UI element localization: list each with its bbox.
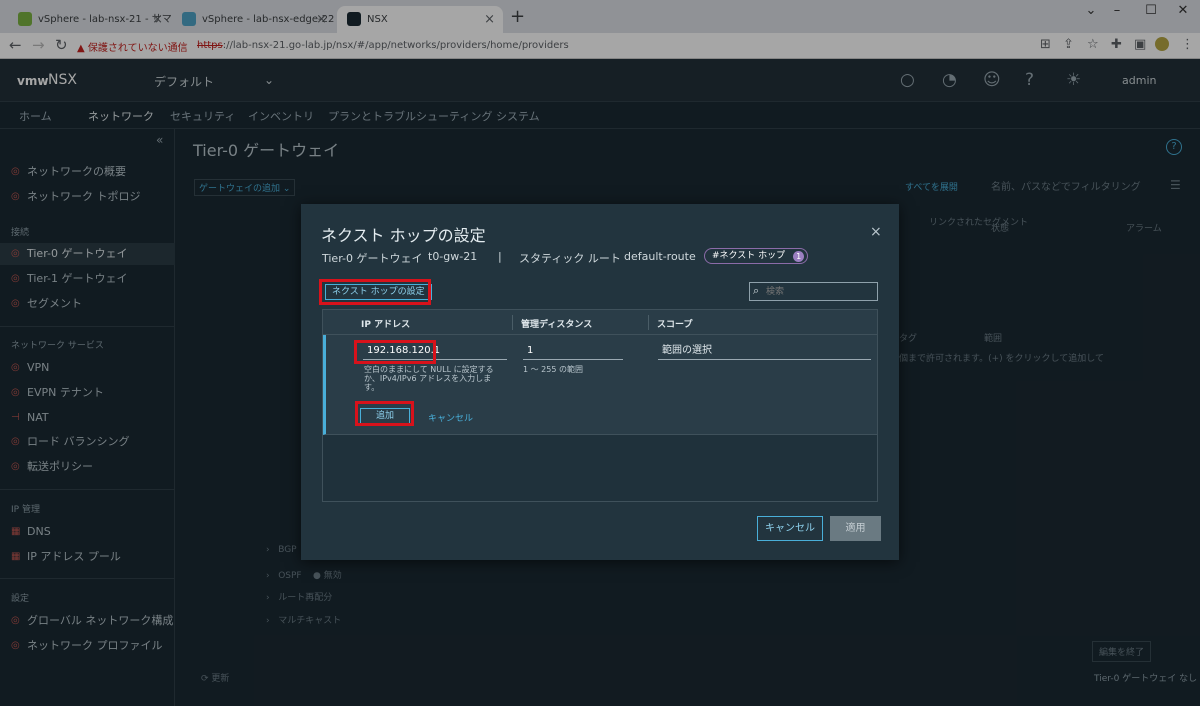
bc-gateway-label: Tier-0 ゲートウェイ [322, 252, 423, 265]
col-scope: スコープ [657, 320, 693, 330]
ip-hint: 空白のままにして NULL に設定するか、IPv4/IPv6 アドレスを入力しま… [364, 365, 494, 392]
bc-gateway: t0-gw-21 [428, 250, 478, 263]
col-ip-address: IP アドレス [361, 320, 411, 330]
highlight-box [354, 340, 436, 364]
bc-route-label: スタティック ルート [519, 252, 621, 265]
distance-hint: 1 ～ 255 の範囲 [523, 365, 583, 374]
next-hop-dialog: ネクスト ホップの設定 × Tier-0 ゲートウェイ t0-gw-21 | ス… [301, 204, 899, 560]
dialog-title: ネクスト ホップの設定 [321, 226, 486, 245]
bc-route: default-route [624, 250, 696, 263]
highlight-box [319, 279, 431, 305]
bc-separator: | [498, 250, 502, 263]
search-icon: ⌕ [753, 284, 760, 297]
apply-button[interactable]: 適用 [830, 516, 881, 541]
close-icon[interactable]: × [870, 224, 882, 240]
row-cancel-link[interactable]: キャンセル [428, 411, 473, 424]
scope-select[interactable]: 範囲の選択 [658, 344, 871, 360]
next-hop-badge: #ネクスト ホップ 1 [704, 248, 809, 264]
badge-count: 1 [793, 251, 805, 262]
search-input[interactable] [766, 285, 874, 298]
admin-distance-input[interactable]: 1 [523, 344, 623, 360]
highlight-box [355, 401, 414, 426]
search-box[interactable]: ⌕ [749, 282, 878, 301]
cancel-button[interactable]: キャンセル [757, 516, 823, 541]
col-admin-distance: 管理ディスタンス [521, 320, 593, 330]
next-hop-grid: IP アドレス 管理ディスタンス スコープ 192.168.120.1 空白のま… [322, 309, 878, 502]
grid-header: IP アドレス 管理ディスタンス スコープ [323, 310, 877, 335]
